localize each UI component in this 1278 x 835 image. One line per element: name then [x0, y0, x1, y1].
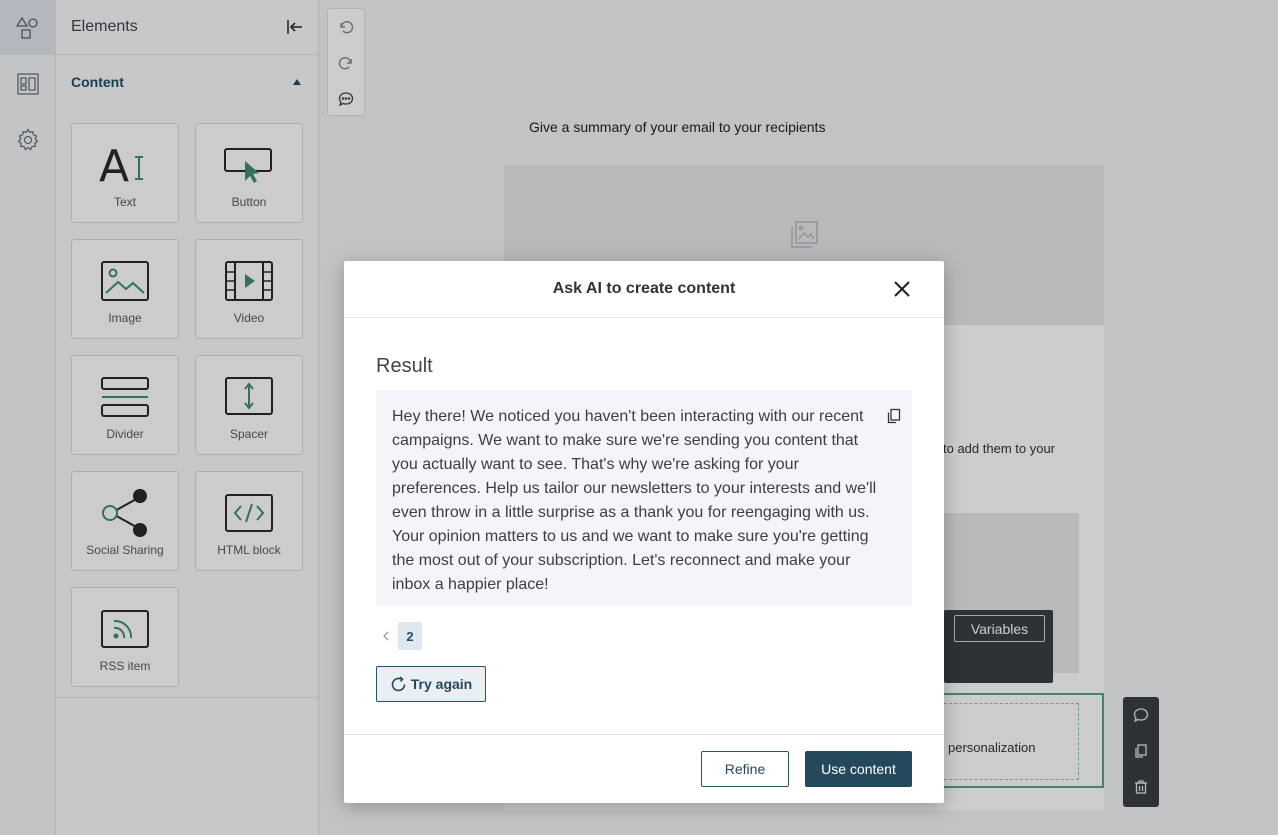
current-page-indicator[interactable]: 2 — [398, 622, 422, 650]
copy-button[interactable] — [884, 406, 904, 426]
result-heading: Result — [376, 355, 433, 377]
use-content-button[interactable]: Use content — [805, 751, 912, 787]
close-button[interactable] — [892, 279, 912, 299]
dialog-title: Ask AI to create content — [552, 280, 736, 297]
refresh-icon — [391, 675, 406, 691]
dialog-header: Ask AI to create content — [344, 261, 944, 318]
try-again-label: Try again — [410, 676, 473, 692]
close-icon — [894, 281, 910, 297]
result-pagination: 2 — [376, 622, 422, 650]
ai-content-dialog: Ask AI to create content Result Hey ther… — [344, 261, 944, 803]
result-box: Hey there! We noticed you haven't been i… — [376, 390, 912, 606]
refine-button[interactable]: Refine — [701, 751, 789, 787]
previous-result-button[interactable] — [376, 622, 396, 650]
chevron-left-icon — [383, 631, 389, 641]
copy-icon — [887, 408, 901, 424]
try-again-button[interactable]: Try again — [376, 666, 486, 702]
footer-divider — [344, 734, 944, 735]
result-text: Hey there! We noticed you haven't been i… — [392, 408, 877, 593]
